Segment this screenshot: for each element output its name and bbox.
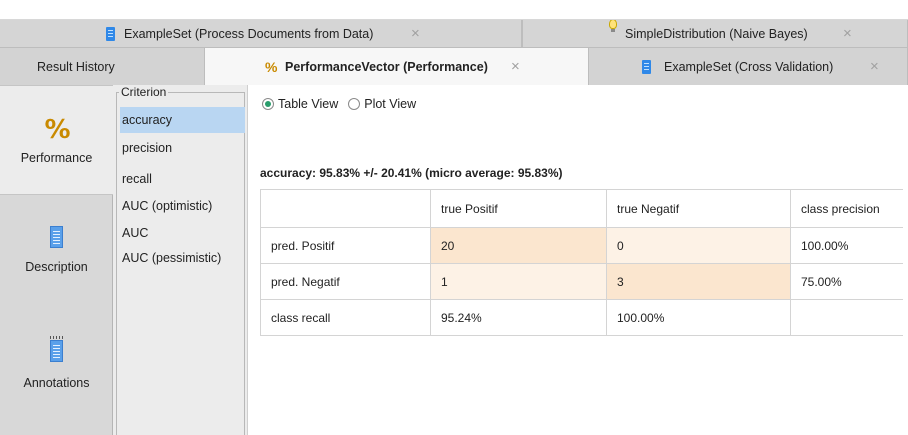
notepad-icon [50,336,65,362]
radio-label: Plot View [364,97,417,111]
sidebar-item-label: Performance [20,151,93,165]
performance-summary: accuracy: 95.83% +/- 20.41% (micro avera… [260,166,563,180]
criterion-item-precision[interactable]: precision [120,135,245,161]
table-row: class recall 95.24% 100.00% [260,299,903,336]
radio-label: Table View [278,97,339,111]
tab-performancevector[interactable]: % PerformanceVector (Performance) × [205,48,589,85]
lightbulb-icon [609,20,617,32]
tab-label: ExampleSet (Process Documents from Data) [124,26,374,41]
radio-unselected-icon [348,98,361,110]
table-row-label: class recall [260,299,431,336]
table-cell: 100.00% [606,299,791,336]
close-icon[interactable]: × [511,58,520,75]
results-tab-row-top: ExampleSet (Process Documents from Data)… [0,20,908,48]
tab-label: SimpleDistribution (Naive Bayes) [625,26,808,41]
view-mode-toggle: Table View Plot View [262,97,426,111]
table-cell: 95.24% [430,299,607,336]
document-icon [642,59,651,74]
sidebar-item-label: Description [25,260,88,274]
criterion-item-auc-optimistic[interactable]: AUC (optimistic) [120,193,245,219]
sidebar-item-label: Annotations [23,376,90,390]
criterion-item-accuracy[interactable]: accuracy [120,107,245,133]
document-icon [106,26,115,41]
table-cell: 75.00% [790,263,903,300]
percent-icon: % [265,58,278,75]
table-row: pred. Negatif 1 3 75.00% [260,263,903,300]
criterion-item-auc-pessimistic[interactable]: AUC (pessimistic) [120,245,245,271]
tab-label: PerformanceVector (Performance) [285,59,488,74]
table-row: pred. Positif 20 0 100.00% [260,227,903,264]
results-tab-row-bottom: Result History % PerformanceVector (Perf… [0,48,908,85]
close-icon[interactable]: × [870,58,879,75]
table-cell: 0 [606,227,791,264]
table-header-cell: true Negatif [606,189,791,228]
criterion-legend: Criterion [119,85,169,99]
percent-icon: % [44,115,70,145]
plot-view-radio[interactable]: Plot View [348,97,416,111]
table-view-radio[interactable]: Table View [262,97,338,111]
radio-selected-icon [262,98,274,110]
window-top-strip [0,0,908,20]
criterion-panel: accuracy precision recall AUC (optimisti… [113,85,248,435]
tab-label: Result History [37,59,115,74]
table-row-label: pred. Negatif [260,263,431,300]
tab-simpledistribution[interactable]: SimpleDistribution (Naive Bayes) × [522,20,908,47]
table-header-cell: true Positif [430,189,607,228]
table-cell [790,299,903,336]
table-cell: 20 [430,227,607,264]
performance-view: Table View Plot View accuracy: 95.83% +/… [248,85,908,435]
table-header-cell: class precision [790,189,903,228]
document-icon [50,226,63,248]
tab-exampleset-cross-validation[interactable]: ExampleSet (Cross Validation) × [589,48,908,85]
table-row-label: pred. Positif [260,227,431,264]
close-icon[interactable]: × [411,25,420,42]
criterion-item-auc[interactable]: AUC [120,220,245,246]
tab-label: ExampleSet (Cross Validation) [664,59,834,74]
tab-result-history[interactable]: Result History [0,48,205,85]
confusion-matrix-table: true Positif true Negatif class precisio… [260,189,903,336]
sidebar-item-annotations[interactable]: Annotations [0,310,113,420]
table-cell: 3 [606,263,791,300]
criterion-group: accuracy precision recall AUC (optimisti… [116,92,245,435]
view-sidebar: % Performance Description Annotations [0,85,113,435]
table-header-cell [260,189,431,228]
table-cell: 100.00% [790,227,903,264]
sidebar-item-description[interactable]: Description [0,195,113,305]
sidebar-item-performance[interactable]: % Performance [0,85,113,195]
table-cell: 1 [430,263,607,300]
close-icon[interactable]: × [843,25,852,42]
tab-exampleset-process-documents[interactable]: ExampleSet (Process Documents from Data)… [0,20,522,47]
table-header-row: true Positif true Negatif class precisio… [260,189,903,228]
criterion-item-recall[interactable]: recall [120,166,245,192]
